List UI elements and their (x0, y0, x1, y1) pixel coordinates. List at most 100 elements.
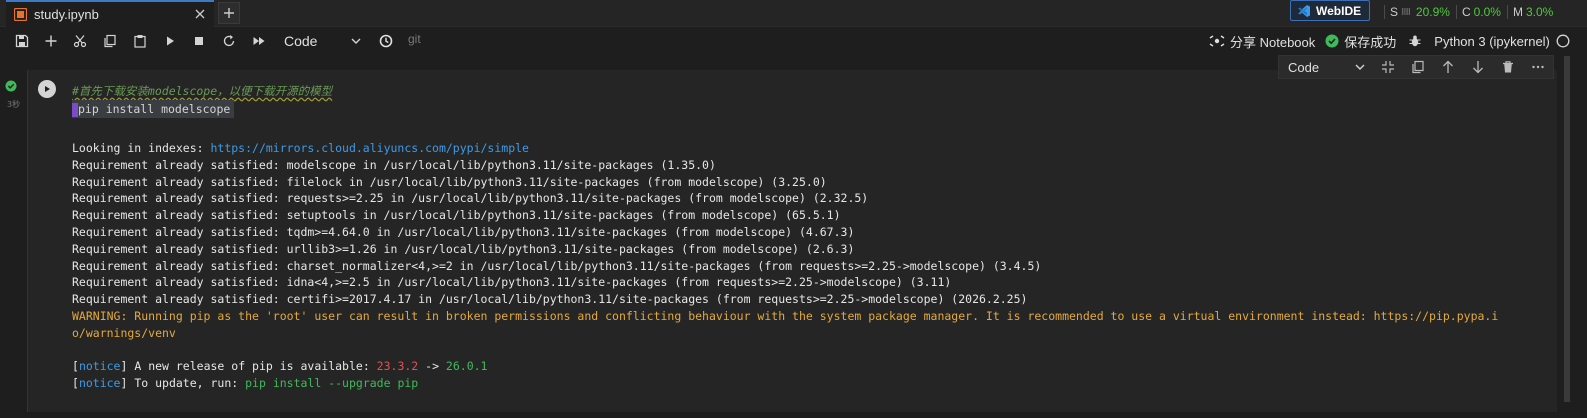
kernel-selector[interactable]: Python 3 (ipykernel) (1434, 34, 1550, 49)
notice-tag: notice (78, 359, 121, 374)
add-tab-button[interactable] (218, 2, 240, 24)
git-button[interactable]: git (408, 32, 421, 46)
collapse-icon (1382, 61, 1394, 73)
save-status: 保存成功 (1325, 32, 1396, 51)
tab-study-notebook[interactable]: study.ipynb (6, 0, 214, 27)
delete-cell-button[interactable] (1500, 59, 1516, 75)
cell-gutter: 3秒 (5, 80, 23, 110)
bug-icon[interactable] (1408, 34, 1422, 48)
paste-button[interactable] (131, 32, 149, 50)
notice-text: To update, run: (127, 376, 246, 391)
share-notebook-button[interactable]: 分享 Notebook (1208, 32, 1315, 51)
cell-type-select[interactable]: Code (1288, 60, 1366, 75)
cut-button[interactable] (71, 32, 89, 50)
output-line: Looking in indexes: https://mirrors.clou… (72, 140, 1552, 157)
cell-toolbar: Code (1278, 55, 1554, 79)
code-text: pip install modelscope (78, 102, 231, 116)
plus-icon (224, 8, 234, 18)
output-line: Requirement already satisfied: setuptool… (72, 208, 841, 223)
output-line: Requirement already satisfied: requests>… (72, 191, 869, 206)
exec-time: 3秒 (7, 100, 21, 109)
index-prefix: Looking in indexes: (72, 141, 211, 155)
move-up-button[interactable] (1440, 59, 1456, 75)
save-status-label: 保存成功 (1344, 34, 1397, 50)
fast-forward-icon (253, 37, 265, 45)
clock-icon (379, 34, 393, 48)
clipboard-icon (134, 35, 146, 48)
warning-line: o/warnings/venv (72, 325, 176, 340)
check-circle-icon (5, 80, 17, 92)
run-all-button[interactable] (250, 32, 268, 50)
metric-value: 0.0% (1473, 5, 1501, 19)
trash-icon (1503, 61, 1513, 73)
scrollbar-thumb[interactable] (1564, 56, 1570, 402)
notebook-body: 3秒 #首先下载安装modelscope，以便下载开源的模型 pip insta… (0, 56, 1587, 418)
save-button[interactable] (13, 32, 31, 50)
restart-kernel-button[interactable] (220, 32, 238, 50)
cell-type-value: Code (1288, 59, 1320, 75)
metric-key: M (1512, 5, 1523, 19)
check-circle-icon (1325, 34, 1339, 48)
vscode-logo-icon (1298, 4, 1310, 17)
metric-cpu: C 0.0% (1455, 5, 1501, 19)
output-line: Requirement already satisfied: certifi>=… (72, 292, 1028, 307)
version-arrow: -> (418, 359, 446, 374)
webide-button[interactable]: WebIDE (1290, 0, 1370, 21)
split-cell-button[interactable] (1380, 59, 1396, 75)
tab-label: study.ipynb (34, 7, 99, 22)
notice-text: A new release of pip is available: (127, 359, 377, 374)
metric-storage: S IIIII 20.9% (1384, 5, 1450, 19)
old-version: 23.3.2 (376, 359, 419, 374)
warning-line: WARNING: Running pip as the 'root' user … (72, 308, 1499, 323)
metric-value: 20.9% (1415, 5, 1450, 19)
run-cell-button[interactable] (161, 32, 179, 50)
close-icon[interactable] (193, 7, 207, 21)
output-line: Requirement already satisfied: idna<4,>=… (72, 275, 952, 290)
play-icon (45, 86, 50, 92)
output-line: Requirement already satisfied: charset_n… (72, 258, 1042, 273)
copy-button[interactable] (101, 32, 119, 50)
code-line: pip install modelscope (72, 100, 235, 118)
output-line: Requirement already satisfied: urllib3>=… (72, 241, 855, 256)
notebook-icon (14, 8, 27, 21)
copy-icon (104, 34, 116, 48)
ellipsis-icon (1532, 65, 1544, 69)
duplicate-cell-button[interactable] (1410, 59, 1426, 75)
save-icon (15, 34, 29, 48)
restart-icon (223, 35, 235, 47)
plus-icon (45, 35, 57, 47)
cell-type-select[interactable]: Code (284, 32, 362, 50)
output-line: Requirement already satisfied: filelock … (72, 174, 827, 189)
code-editor[interactable]: #首先下载安装modelscope，以便下载开源的模型 pip install … (72, 82, 1552, 130)
webide-label: WebIDE (1316, 3, 1362, 18)
tab-strip: study.ipynb WebIDE S IIIII 20.9% C 0.0% … (0, 0, 1587, 27)
interrupt-button[interactable] (190, 32, 208, 50)
stop-icon (195, 37, 203, 45)
insert-cell-button[interactable] (42, 32, 60, 50)
vertical-scrollbar[interactable] (1562, 56, 1572, 418)
output-line: Requirement already satisfied: tqdm>=4.6… (72, 224, 855, 239)
update-command: pip install --upgrade pip (245, 376, 419, 391)
metric-key: C (1461, 5, 1471, 19)
new-version: 26.0.1 (445, 359, 488, 374)
more-actions-button[interactable] (1530, 59, 1546, 75)
cell-type-value: Code (284, 33, 318, 49)
code-cell[interactable]: #首先下载安装modelscope，以便下载开源的模型 pip install … (27, 70, 1557, 412)
copy-icon (1412, 60, 1424, 74)
toolbar-right: 分享 Notebook 保存成功 Python 3 (ipykernel) (1208, 32, 1570, 50)
chevron-down-icon (351, 38, 361, 44)
history-button[interactable] (377, 32, 395, 50)
index-url-link[interactable]: https://mirrors.cloud.aliyuncs.com/pypi/… (210, 141, 529, 155)
code-comment: #首先下载安装modelscope，以便下载开源的模型 (72, 84, 333, 98)
move-down-button[interactable] (1470, 59, 1486, 75)
notebook-toolbar: Code git 分享 Notebook 保存成功 Python 3 (ipyk… (0, 27, 1587, 55)
scissors-icon (73, 35, 87, 48)
kernel-status-icon (1556, 34, 1570, 48)
run-cell-button[interactable] (38, 80, 56, 98)
chevron-down-icon (1355, 64, 1365, 70)
metric-key: S (1390, 5, 1399, 19)
metric-value: 3.0% (1525, 5, 1554, 19)
share-icon (1209, 35, 1225, 47)
cell-output: Looking in indexes: https://mirrors.clou… (72, 140, 1552, 392)
